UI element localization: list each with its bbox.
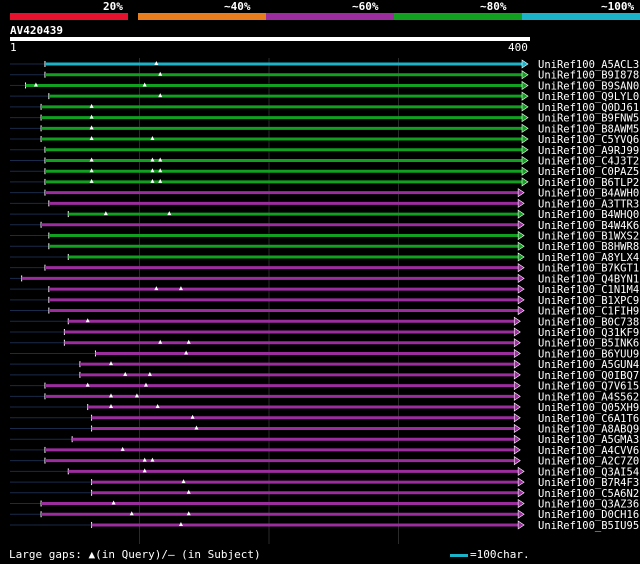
hit-end-arrow (521, 123, 529, 133)
gaps-legend: Large gaps: ▲(in Query)/– (in Subject) (9, 548, 261, 561)
hit-end-arrow (513, 445, 521, 455)
hit-label: UniRef100_B5IU95 (538, 520, 639, 532)
hit-end-arrow (521, 113, 529, 123)
hit-end-arrow (521, 70, 529, 80)
hit-end-arrow (517, 188, 525, 198)
hit-end-arrow (517, 209, 525, 219)
hit-end-arrow (517, 477, 525, 487)
hit-end-arrow (521, 155, 529, 166)
hit-end-arrow (517, 509, 525, 519)
hit-end-arrow (521, 91, 529, 101)
hit-end-arrow (521, 145, 529, 155)
hit-end-arrow (521, 166, 529, 176)
hit-end-arrow (513, 370, 521, 380)
scale-key-line (450, 553, 468, 557)
hit-end-arrow (517, 488, 525, 498)
hit-end-arrow (513, 327, 521, 337)
hit-end-arrow (521, 134, 529, 144)
alignment-plot: UniRef100_A5ACL3UniRef100_B9I878UniRef10… (10, 58, 639, 544)
hit-end-arrow (521, 177, 529, 187)
hit-end-arrow (513, 391, 521, 401)
hit-end-arrow (517, 466, 525, 476)
hit-end-arrow (517, 520, 525, 530)
hit-end-arrow (513, 338, 521, 348)
hit-end-arrow (517, 305, 525, 316)
hit-end-arrow (517, 263, 525, 273)
hit-end-arrow (513, 348, 521, 359)
hit-end-arrow (517, 252, 525, 262)
hit-end-arrow (521, 102, 529, 112)
hit-end-arrow (521, 80, 529, 91)
hit-end-arrow (513, 423, 521, 434)
hit-end-arrow (513, 413, 521, 423)
hit-end-arrow (521, 59, 529, 69)
hit-end-arrow (517, 295, 525, 305)
hit-end-arrow (513, 316, 521, 326)
hit-end-arrow (513, 381, 521, 391)
hit-end-arrow (513, 456, 521, 466)
hit-end-arrow (517, 198, 525, 208)
hit-end-arrow (517, 220, 525, 230)
hit-end-arrow (517, 284, 525, 294)
scale-key-text: =100char. (470, 548, 530, 561)
hit-end-arrow (517, 273, 525, 283)
hit-end-arrow (513, 359, 521, 369)
hit-end-arrow (513, 434, 521, 444)
hit-end-arrow (513, 402, 521, 412)
hit-end-arrow (517, 498, 525, 509)
scale-key: =100char. (450, 548, 530, 561)
hit-end-arrow (517, 230, 525, 241)
hit-end-arrow (517, 241, 525, 251)
